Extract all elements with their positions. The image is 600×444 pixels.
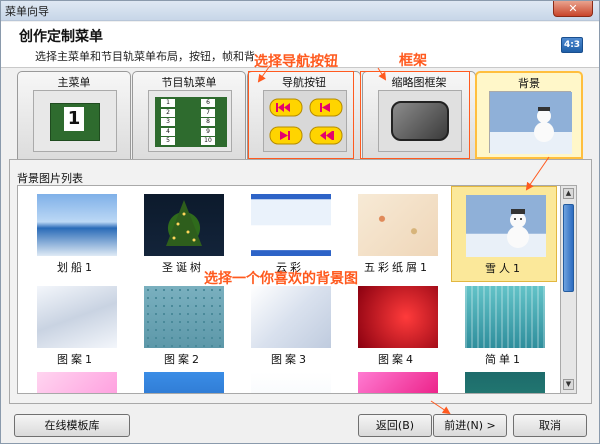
background-thumbnail-image: [37, 372, 117, 393]
background-thumbnail-image: [251, 194, 331, 256]
background-thumbnail-image: [144, 286, 224, 348]
nav-buttons-preview: [269, 98, 343, 145]
background-thumbnail-image: [37, 194, 117, 256]
background-item[interactable]: 图案3: [237, 278, 343, 374]
background-item[interactable]: 划船1: [23, 186, 129, 282]
scrollbar[interactable]: ▲ ▼: [561, 185, 577, 394]
tab-label: 主菜单: [57, 76, 91, 89]
chapter-thumb-cell: 8: [201, 118, 215, 126]
chapter-thumb-cell: 3: [161, 118, 175, 126]
background-item[interactable]: [130, 364, 236, 393]
chapter-thumb-cell: 6: [201, 99, 215, 107]
page-subtitle: 选择主菜单和节目轨菜单布局，按钮，帧和背: [35, 50, 255, 63]
frame-thumbnail: [378, 90, 462, 152]
title-bar: 菜单向导 ✕: [1, 1, 599, 21]
nav-buttons-thumbnail: [263, 90, 347, 152]
background-item[interactable]: 图案2: [130, 278, 236, 374]
scroll-down-arrow-icon[interactable]: ▼: [563, 379, 574, 390]
tab-chapter-menu[interactable]: 节目轨菜单 1 2 3 4 5 6 7 8 9 10: [132, 71, 246, 159]
background-thumbnail-image: [144, 194, 224, 256]
annotation-background: 选择一个你喜欢的背景图: [204, 271, 358, 287]
background-thumbnail-image: [465, 372, 545, 393]
tab-main-menu[interactable]: 主菜单 1: [17, 71, 131, 159]
background-thumbnail-image: [358, 194, 438, 256]
background-item[interactable]: [344, 364, 450, 393]
chapter-thumb-cell: 7: [201, 108, 215, 117]
chapter-thumb-cell: 2: [161, 108, 175, 117]
background-item[interactable]: 雪人1: [451, 186, 557, 282]
background-caption: 雪人1: [485, 262, 523, 275]
background-thumbnail: [489, 91, 572, 154]
background-item[interactable]: [237, 364, 343, 393]
chapter-thumb-cell: 10: [201, 137, 215, 145]
scrollbar-thumb[interactable]: [563, 204, 574, 292]
background-item[interactable]: 五彩纸屑1: [344, 186, 450, 282]
background-caption: 五彩纸屑1: [364, 261, 430, 274]
background-list-label: 背景图片列表: [17, 172, 83, 185]
background-thumbnail-image: [358, 286, 438, 348]
next-button[interactable]: 前进(N) >: [433, 414, 507, 437]
background-item[interactable]: 简单1: [451, 278, 557, 374]
background-item[interactable]: [451, 364, 557, 393]
cancel-button[interactable]: 取消: [513, 414, 587, 437]
background-item[interactable]: 图案4: [344, 278, 450, 374]
background-thumbnail-image: [465, 286, 545, 348]
tab-label: 缩略图框架: [391, 76, 447, 89]
background-thumbnail-image: [251, 286, 331, 348]
page-title: 创作定制菜单: [19, 29, 103, 45]
background-item[interactable]: [23, 364, 129, 393]
background-thumbnail-image: [37, 286, 117, 348]
main-menu-thumb-number: 1: [64, 107, 84, 131]
window-title: 菜单向导: [5, 5, 49, 18]
tab-nav-buttons[interactable]: 导航按钮: [247, 71, 361, 159]
aspect-ratio-badge[interactable]: 4:3: [561, 37, 583, 53]
scroll-up-arrow-icon[interactable]: ▲: [563, 188, 574, 199]
tab-thumbnail-frame[interactable]: 缩略图框架: [362, 71, 476, 159]
background-thumbnail-image: [144, 372, 224, 393]
menu-wizard-window: 菜单向导 ✕ 创作定制菜单 选择主菜单和节目轨菜单布局，按钮，帧和背 4:3 主…: [0, 0, 600, 444]
background-caption: 划船1: [57, 261, 95, 274]
back-button[interactable]: 返回(B): [358, 414, 432, 437]
background-thumbnail-image: [358, 372, 438, 393]
tab-label: 导航按钮: [282, 76, 326, 89]
main-menu-thumbnail: 1: [33, 90, 117, 152]
chapter-thumb-cell: 4: [161, 127, 175, 136]
tab-label: 节目轨菜单: [161, 76, 217, 89]
chapter-menu-thumbnail: 1 2 3 4 5 6 7 8 9 10: [148, 90, 232, 152]
background-list[interactable]: 划船1 圣诞树 云彩 五彩纸屑1 雪人1 图案1 图案2 图案3 图案4 简单1: [17, 185, 561, 394]
background-thumbnail-image: [251, 372, 331, 393]
tab-background[interactable]: 背景: [475, 71, 583, 159]
chapter-thumb-cell: 5: [161, 137, 175, 145]
background-thumbnail-image: [466, 195, 546, 257]
tab-label: 背景: [518, 77, 540, 90]
chapter-thumb-cell: 9: [201, 127, 215, 136]
online-template-button[interactable]: 在线模板库: [14, 414, 130, 437]
chapter-thumb-cell: 1: [161, 99, 175, 107]
annotation-nav-buttons: 选择导航按钮: [254, 54, 338, 70]
background-item[interactable]: 图案1: [23, 278, 129, 374]
annotation-frame: 框架: [399, 53, 427, 69]
close-button[interactable]: ✕: [553, 1, 593, 17]
